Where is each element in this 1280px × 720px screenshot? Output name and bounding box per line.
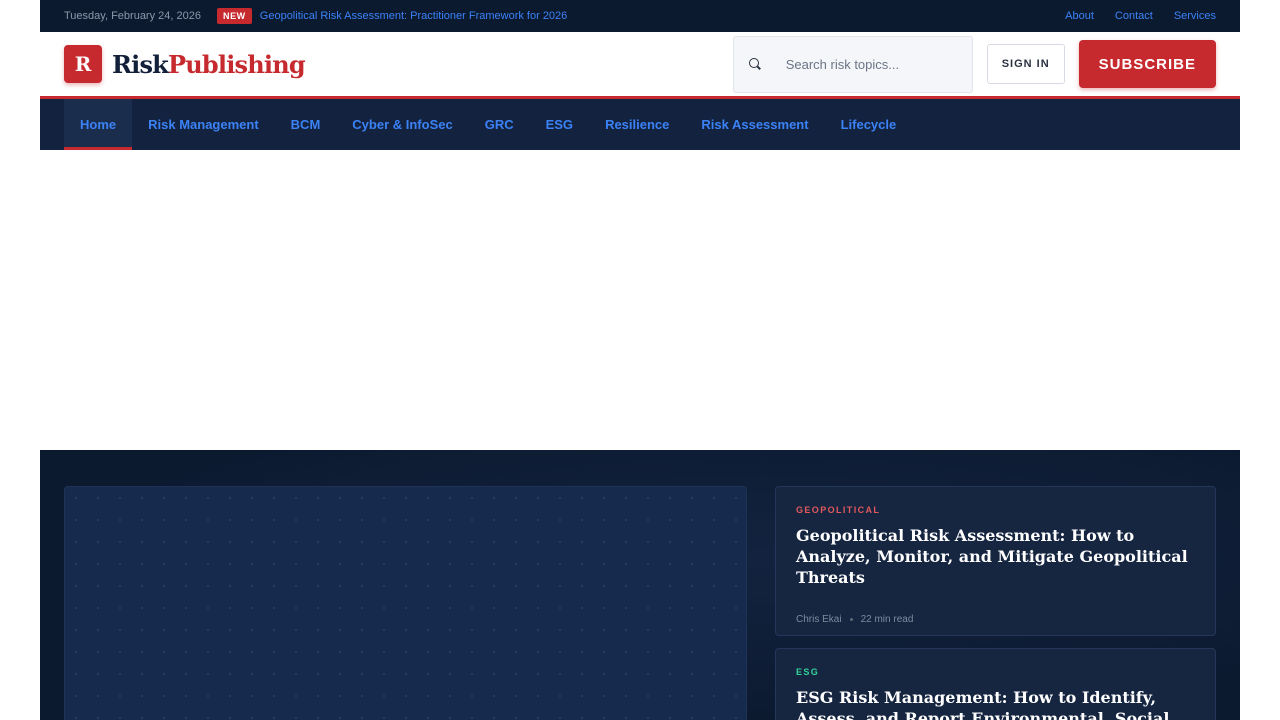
contact-link[interactable]: Contact bbox=[1115, 10, 1153, 22]
logo-text-risk: Risk bbox=[112, 49, 169, 79]
site-logo[interactable]: RiskPublishing bbox=[112, 49, 306, 79]
nav-item-grc[interactable]: GRC bbox=[469, 99, 530, 150]
main-nav: Home Risk Management BCM Cyber & InfoSec… bbox=[40, 96, 1240, 150]
article-title[interactable]: Geopolitical Risk Assessment: How to Ana… bbox=[796, 525, 1195, 588]
category-label[interactable]: GEOPOLITICAL bbox=[796, 505, 1195, 515]
subscribe-button[interactable]: SUBSCRIBE bbox=[1078, 40, 1216, 88]
search-box[interactable] bbox=[732, 35, 973, 93]
site-header: R RiskPublishing SIGN IN SUBSCRIBE bbox=[40, 32, 1240, 96]
nav-item-esg[interactable]: ESG bbox=[530, 99, 589, 150]
nav-item-lifecycle[interactable]: Lifecycle bbox=[825, 99, 913, 150]
nav-item-risk-assessment[interactable]: Risk Assessment bbox=[685, 99, 824, 150]
current-date: Tuesday, February 24, 2026 bbox=[64, 10, 201, 22]
nav-item-home[interactable]: Home bbox=[64, 99, 133, 150]
breaking-news-link[interactable]: Geopolitical Risk Assessment: Practition… bbox=[260, 10, 568, 22]
top-bar: Tuesday, February 24, 2026 NEW Geopoliti… bbox=[40, 0, 1240, 32]
sign-in-button[interactable]: SIGN IN bbox=[986, 44, 1065, 84]
new-badge: NEW bbox=[216, 8, 252, 24]
services-link[interactable]: Services bbox=[1174, 10, 1216, 22]
nav-item-risk-management[interactable]: Risk Management bbox=[132, 99, 275, 150]
utility-links: About Contact Services bbox=[1065, 10, 1216, 22]
article-meta: Chris Ekai 22 min read bbox=[796, 614, 1195, 625]
logo-text-publishing: Publishing bbox=[168, 49, 306, 79]
article-title[interactable]: ESG Risk Management: How to Identify, As… bbox=[796, 687, 1195, 720]
author-name: Chris Ekai bbox=[796, 614, 842, 625]
search-icon[interactable] bbox=[748, 57, 762, 71]
nav-item-cyber-infosec[interactable]: Cyber & InfoSec bbox=[336, 99, 468, 150]
read-time: 22 min read bbox=[860, 614, 914, 625]
nav-item-bcm[interactable]: BCM bbox=[275, 99, 337, 150]
about-link[interactable]: About bbox=[1065, 10, 1094, 22]
hero-card-geopolitical[interactable]: GEOPOLITICAL Geopolitical Risk Assessmen… bbox=[775, 486, 1216, 636]
featured-article-image[interactable] bbox=[64, 486, 747, 720]
meta-separator-dot bbox=[849, 618, 853, 621]
hero-section: GEOPOLITICAL Geopolitical Risk Assessmen… bbox=[40, 450, 1240, 720]
hero-card-esg[interactable]: ESG ESG Risk Management: How to Identify… bbox=[775, 648, 1216, 720]
search-input[interactable] bbox=[785, 56, 946, 72]
logo-icon[interactable]: R bbox=[64, 45, 102, 83]
nav-item-resilience[interactable]: Resilience bbox=[589, 99, 685, 150]
ad-space bbox=[40, 150, 1240, 450]
category-label[interactable]: ESG bbox=[796, 667, 1195, 677]
